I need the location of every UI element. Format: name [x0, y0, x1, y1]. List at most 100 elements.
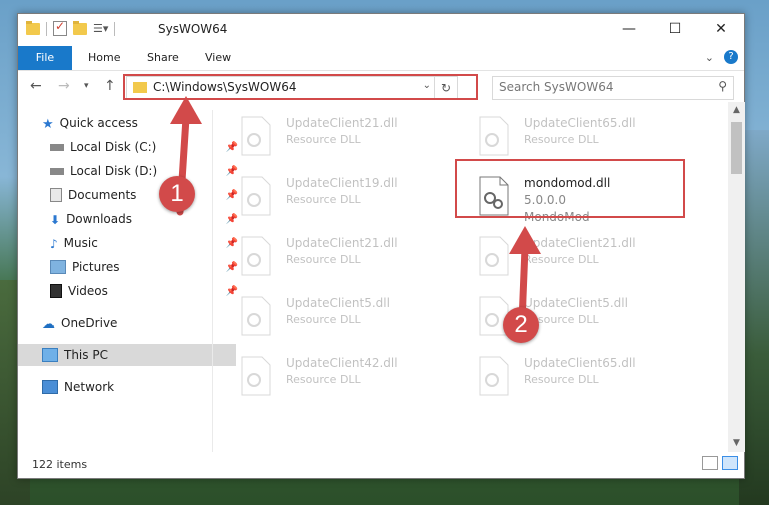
- dll-file-icon: [241, 356, 271, 396]
- file-item[interactable]: UpdateClient65.dll Resource DLL: [478, 354, 678, 406]
- cloud-icon: ☁: [42, 317, 55, 332]
- properties-icon[interactable]: [53, 19, 67, 36]
- folder-icon: [26, 20, 40, 35]
- sidebar-item-videos[interactable]: Videos 📌: [18, 280, 244, 302]
- dll-file-icon: [241, 236, 271, 276]
- scroll-up-icon[interactable]: ▲: [728, 102, 745, 119]
- ribbon-right: ⌄ ?: [705, 50, 738, 64]
- forward-icon[interactable]: →: [58, 78, 70, 94]
- pc-icon: [42, 348, 58, 362]
- expand-ribbon-icon[interactable]: ⌄: [705, 51, 714, 64]
- drive-icon: [50, 167, 64, 175]
- annotation-badge-2: 2: [503, 307, 539, 343]
- dll-file-icon: [241, 296, 271, 336]
- sidebar-item-pictures[interactable]: Pictures 📌: [18, 256, 244, 278]
- search-placeholder: Search SysWOW64: [499, 80, 614, 94]
- pane-divider: [212, 110, 213, 452]
- vertical-scrollbar[interactable]: ▲ ▼: [728, 102, 745, 452]
- sidebar-item-label: OneDrive: [61, 316, 118, 330]
- sidebar-item-label: Quick access: [59, 116, 138, 130]
- tab-view[interactable]: View: [205, 46, 231, 70]
- file-item[interactable]: UpdateClient21.dll Resource DLL: [240, 234, 440, 286]
- file-item[interactable]: UpdateClient19.dll Resource DLL: [240, 174, 440, 226]
- tiles-view-icon[interactable]: [722, 456, 738, 470]
- maximize-button[interactable]: ☐: [652, 14, 698, 44]
- tab-share[interactable]: Share: [147, 46, 179, 70]
- view-switcher: [702, 456, 738, 470]
- file-name: UpdateClient65.dll: [524, 116, 636, 130]
- window-title: SysWOW64: [158, 22, 228, 36]
- sidebar-item-label: This PC: [64, 348, 108, 362]
- search-icon[interactable]: ⚲: [718, 79, 727, 93]
- file-name: UpdateClient5.dll: [286, 296, 390, 310]
- file-name: UpdateClient21.dll: [286, 236, 398, 250]
- star-icon: ★: [42, 117, 54, 132]
- network-icon: [42, 380, 58, 394]
- file-item[interactable]: UpdateClient42.dll Resource DLL: [240, 354, 440, 406]
- file-highlight-box: [455, 159, 685, 218]
- sidebar-item-downloads[interactable]: ⬇ Downloads 📌: [18, 208, 244, 230]
- file-type: Resource DLL: [286, 253, 361, 266]
- annotation-badge-1: 1: [159, 176, 195, 212]
- minimize-button[interactable]: —: [606, 14, 652, 44]
- file-item[interactable]: UpdateClient5.dll Resource DLL: [240, 294, 440, 346]
- sidebar-item-label: Pictures: [72, 260, 120, 274]
- quick-access-toolbar: ☰▾: [26, 19, 116, 36]
- dll-file-icon: [241, 116, 271, 156]
- videos-icon: [50, 284, 62, 298]
- file-type: Resource DLL: [524, 373, 599, 386]
- navigation-bar: ← → ▾ ↑ C:\Windows\SysWOW64 ⌄ ↻ Search S…: [18, 71, 744, 103]
- recent-locations-icon[interactable]: ▾: [84, 81, 89, 91]
- search-input[interactable]: Search SysWOW64 ⚲: [492, 76, 734, 100]
- customize-qat-icon[interactable]: ☰▾: [93, 22, 108, 35]
- download-icon: ⬇: [50, 213, 61, 227]
- dll-file-icon: [479, 356, 509, 396]
- dll-file-icon: [479, 116, 509, 156]
- tab-file[interactable]: File: [18, 46, 72, 70]
- sidebar-item-music[interactable]: ♪ Music 📌: [18, 232, 244, 254]
- file-name: UpdateClient42.dll: [286, 356, 398, 370]
- file-item[interactable]: UpdateClient21.dll Resource DLL: [240, 114, 440, 166]
- close-button[interactable]: ✕: [698, 14, 744, 44]
- sidebar-item-label: Documents: [68, 188, 137, 202]
- help-icon[interactable]: ?: [724, 50, 738, 64]
- window-controls: — ☐ ✕: [606, 14, 744, 44]
- new-folder-icon[interactable]: [73, 20, 87, 35]
- scroll-thumb[interactable]: [731, 122, 742, 174]
- sidebar-item-network[interactable]: Network: [18, 376, 236, 398]
- file-type: Resource DLL: [286, 373, 361, 386]
- sidebar-item-label: Downloads: [66, 212, 132, 226]
- sidebar-item-this-pc[interactable]: This PC: [18, 344, 236, 366]
- sidebar-item-label: Local Disk (D:): [70, 164, 158, 178]
- sidebar-item-documents[interactable]: Documents 📌: [18, 184, 244, 206]
- divider: [114, 21, 116, 36]
- title-bar: ☰▾ SysWOW64 — ☐ ✕: [18, 14, 744, 46]
- item-count: 122 items: [32, 458, 88, 471]
- sidebar-item-onedrive[interactable]: ☁ OneDrive: [18, 312, 236, 334]
- sidebar-item-label: Local Disk (C:): [70, 140, 157, 154]
- sidebar-item-label: Music: [63, 236, 98, 250]
- sidebar-item-label: Network: [64, 380, 115, 394]
- file-name: UpdateClient21.dll: [286, 116, 398, 130]
- tab-home[interactable]: Home: [88, 46, 120, 70]
- file-type: Resource DLL: [524, 133, 599, 146]
- sidebar-item-local-disk-d[interactable]: Local Disk (D:) 📌: [18, 160, 244, 182]
- music-icon: ♪: [50, 237, 58, 251]
- explorer-window: ☰▾ SysWOW64 — ☐ ✕ File Home Share View ⌄…: [17, 13, 745, 479]
- up-icon[interactable]: ↑: [104, 78, 116, 94]
- dll-file-icon: [241, 176, 271, 216]
- documents-icon: [50, 188, 62, 202]
- ribbon-tabs: File Home Share View ⌄ ?: [18, 46, 744, 71]
- file-type: Resource DLL: [286, 313, 361, 326]
- file-type: Resource DLL: [286, 133, 361, 146]
- sidebar-item-local-disk-c[interactable]: Local Disk (C:) 📌: [18, 136, 244, 158]
- file-name: UpdateClient65.dll: [524, 356, 636, 370]
- file-type: Resource DLL: [286, 193, 361, 206]
- details-view-icon[interactable]: [702, 456, 718, 470]
- pictures-icon: [50, 260, 66, 274]
- divider: [46, 21, 47, 36]
- status-bar: 122 items: [18, 450, 744, 478]
- back-icon[interactable]: ←: [30, 78, 42, 94]
- drive-icon: [50, 143, 64, 151]
- file-name: UpdateClient19.dll: [286, 176, 398, 190]
